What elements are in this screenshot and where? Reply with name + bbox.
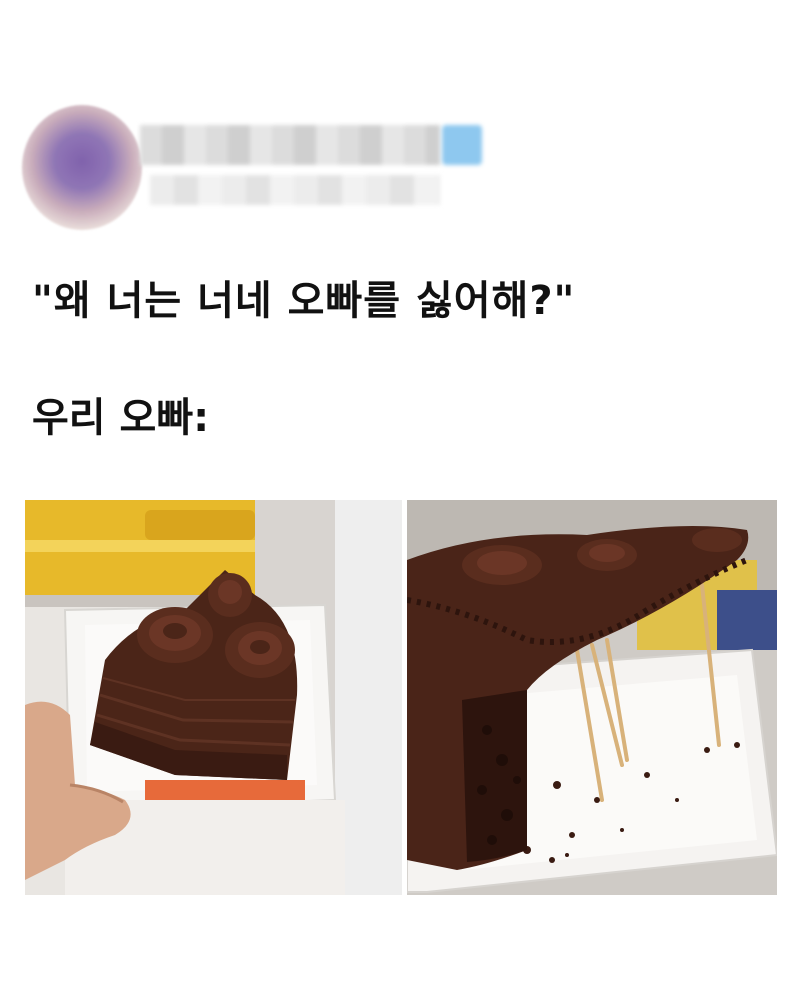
cake-slice-image <box>25 500 402 895</box>
whole-cake-slice-photo <box>25 500 402 895</box>
cake-slice-toothpicks-image <box>407 500 777 895</box>
verified-badge-icon <box>442 125 482 165</box>
post-header <box>0 0 800 240</box>
user-handle-blurred <box>150 175 440 205</box>
post-caption-text: 우리 오빠: <box>32 395 210 441</box>
hollowed-cake-slice-photo <box>407 500 777 895</box>
post-quote-text: "왜 너는 너네 오빠를 싫어해?" <box>32 278 576 324</box>
avatar[interactable] <box>22 105 142 230</box>
username-blurred[interactable] <box>140 125 440 165</box>
